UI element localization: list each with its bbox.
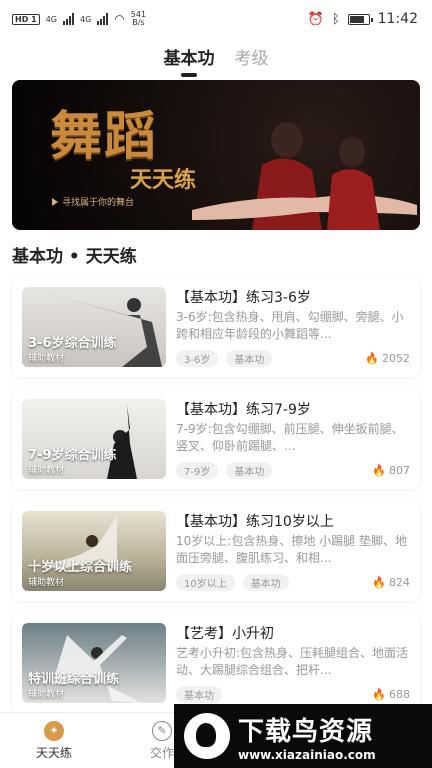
heat-value: 807 bbox=[389, 464, 410, 477]
thumb-subtitle: 辅助教材 bbox=[28, 690, 65, 700]
network-label-1: 4G bbox=[45, 14, 57, 24]
watermark-url: www.xiazainiao.com bbox=[238, 747, 376, 762]
flame-icon: 🔥 bbox=[372, 576, 386, 589]
heat-value: 688 bbox=[389, 688, 410, 701]
flame-icon: 🔥 bbox=[372, 464, 386, 477]
course-title: 【基本功】练习10岁以上 bbox=[176, 514, 334, 530]
bluetooth-icon: ᛒ bbox=[331, 11, 340, 27]
main-content: 舞蹈 天天练 寻找属于你的舞台 基本功 • 天天练 3-6岁综合训练 辅助教材 … bbox=[0, 80, 432, 712]
course-tag: 3-6岁 bbox=[176, 350, 219, 367]
section-title: 基本功 • 天天练 bbox=[12, 247, 137, 267]
flame-icon: 🔥 bbox=[372, 688, 386, 701]
nav-label: 天天练 bbox=[35, 745, 72, 760]
course-tag: 10岁以上 bbox=[176, 574, 235, 591]
banner[interactable]: 舞蹈 天天练 寻找属于你的舞台 bbox=[12, 80, 420, 230]
signal-icon bbox=[62, 13, 74, 25]
signal-icon-2 bbox=[97, 13, 109, 25]
watermark: 下载鸟资源 www.xiazainiao.com bbox=[174, 704, 432, 768]
battery-icon bbox=[347, 13, 373, 25]
banner-slogan-text: 寻找属于你的舞台 bbox=[62, 198, 135, 208]
banner-slogan: 寻找属于你的舞台 bbox=[52, 195, 134, 208]
heat-count: 🔥 688 bbox=[372, 688, 410, 701]
nav-daily-practice[interactable]: ✦ 天天练 bbox=[0, 713, 108, 768]
course-thumbnail: 3-6岁综合训练 辅助教材 bbox=[22, 287, 166, 367]
clock: 11:42 bbox=[377, 11, 418, 27]
thumb-title: 3-6岁综合训练 bbox=[28, 336, 117, 351]
network-label-2: 4G bbox=[79, 14, 92, 24]
speed-unit: B/s bbox=[132, 18, 145, 27]
top-tabs: 基本功 考级 bbox=[0, 38, 432, 80]
flame-icon: 🔥 bbox=[365, 352, 379, 365]
heat-count: 🔥 807 bbox=[372, 464, 410, 477]
thumb-subtitle: 辅助教材 bbox=[28, 466, 65, 476]
course-tag: 基本功 bbox=[226, 462, 273, 479]
course-tag: 基本功 bbox=[176, 686, 222, 703]
thumb-title: 特训班综合训练 bbox=[28, 672, 120, 687]
course-card[interactable]: 特训班综合训练 辅助教材 【艺考】小升初 艺考小升初:包含热身、压耗腿组合、地面… bbox=[12, 613, 420, 712]
heat-value: 2052 bbox=[382, 352, 410, 365]
course-desc: 3-6岁:包含热身、甩肩、勾绷脚、旁腿、小跨和相应年龄段的小舞蹈等... bbox=[176, 310, 404, 341]
banner-title: 舞蹈 bbox=[50, 106, 159, 167]
watermark-text: 下载鸟资源 bbox=[238, 716, 374, 747]
course-thumbnail: 特训班综合训练 辅助教材 bbox=[22, 623, 166, 703]
thumb-title: 十岁以上综合训练 bbox=[28, 560, 133, 575]
heat-count: 🔥 2052 bbox=[365, 352, 410, 365]
alarm-icon: ⏰ bbox=[307, 11, 324, 27]
nav-label: 交作 bbox=[149, 745, 174, 760]
course-tag: 基本功 bbox=[242, 574, 289, 591]
thumb-title: 7-9岁综合训练 bbox=[28, 448, 117, 463]
course-card[interactable]: 3-6岁综合训练 辅助教材 【基本功】练习3-6岁 3-6岁:包含热身、甩肩、勾… bbox=[12, 277, 420, 377]
course-thumbnail: 十岁以上综合训练 辅助教材 bbox=[22, 511, 166, 591]
wifi-icon: ◠ bbox=[114, 12, 125, 26]
course-desc: 艺考小升初:包含热身、压耗腿组合、地面活动、大踢腿综合组合、把杆... bbox=[176, 646, 409, 677]
course-card[interactable]: 十岁以上综合训练 辅助教材 【基本功】练习10岁以上 10岁以上:包含热身、擦地… bbox=[12, 501, 420, 601]
course-desc: 10岁以上:包含热身、擦地 小踢腿 垫脚、地面压旁腿、腹肌练习、和相... bbox=[176, 534, 407, 565]
play-icon bbox=[52, 197, 58, 206]
course-thumbnail: 7-9岁综合训练 辅助教材 bbox=[22, 399, 166, 479]
thumb-subtitle: 辅助教材 bbox=[28, 578, 65, 588]
course-desc: 7-9岁:包含勾绷脚、前压腿、伸坐扳前腿、竖叉、仰卧前踢腿、... bbox=[176, 422, 404, 453]
tab-basic[interactable]: 基本功 bbox=[164, 44, 215, 69]
course-card[interactable]: 7-9岁综合训练 辅助教材 【基本功】练习7-9岁 7-9岁:包含勾绷脚、前压腿… bbox=[12, 389, 420, 489]
heat-count: 🔥 824 bbox=[372, 576, 410, 589]
course-title: 【艺考】小升初 bbox=[176, 626, 274, 642]
tab-exam[interactable]: 考级 bbox=[235, 44, 269, 69]
course-title: 【基本功】练习3-6岁 bbox=[176, 290, 311, 306]
course-tag: 7-9岁 bbox=[176, 462, 219, 479]
network-speed: 541 B/s bbox=[131, 11, 146, 27]
banner-subtitle: 天天练 bbox=[130, 167, 197, 193]
watermark-logo-icon bbox=[184, 713, 230, 759]
dance-icon: ✦ bbox=[44, 720, 64, 741]
status-bar: HD 1 4G 4G ◠ 541 B/s ⏰ ᛒ 11:42 bbox=[0, 0, 432, 38]
hd-badge: HD 1 bbox=[12, 13, 40, 25]
thumb-subtitle: 辅助教材 bbox=[28, 354, 65, 364]
edit-icon: ✎ bbox=[152, 720, 172, 741]
course-tag: 基本功 bbox=[226, 350, 273, 367]
course-title: 【基本功】练习7-9岁 bbox=[176, 402, 311, 418]
heat-value: 824 bbox=[389, 576, 410, 589]
